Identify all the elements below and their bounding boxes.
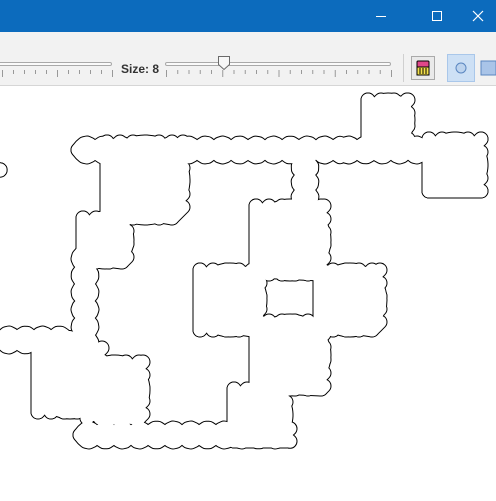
size-slider-thumb[interactable] [217, 55, 231, 71]
left-slider-track[interactable] [0, 62, 112, 66]
circle-shape-icon [455, 62, 467, 74]
celtic-knot-drawing [0, 92, 489, 450]
circle-shape-button[interactable] [447, 54, 475, 82]
title-bar [0, 0, 496, 32]
minimize-button[interactable] [358, 0, 404, 32]
toolbar: Size: 8 [0, 32, 496, 86]
square-shape-button[interactable] [477, 54, 496, 82]
close-button[interactable] [460, 0, 496, 32]
maximize-icon [432, 11, 442, 21]
drawing-canvas[interactable] [0, 86, 496, 496]
maximize-button[interactable] [414, 0, 460, 32]
minimize-icon [376, 16, 386, 17]
size-slider-ticks [166, 70, 392, 77]
eraser-button[interactable] [411, 56, 435, 80]
eraser-icon [416, 60, 430, 76]
square-shape-icon [480, 60, 496, 76]
size-label: Size: 8 [121, 62, 160, 76]
close-icon [472, 10, 484, 22]
left-slider-ticks [2, 70, 113, 77]
size-slider-track[interactable] [165, 62, 391, 66]
toolbar-separator [403, 54, 404, 82]
